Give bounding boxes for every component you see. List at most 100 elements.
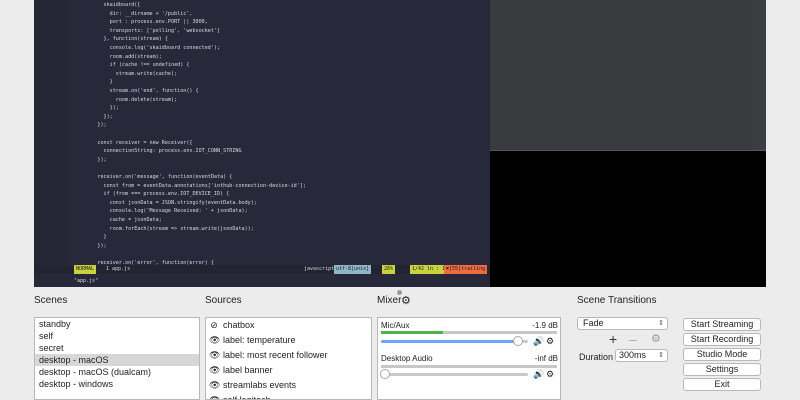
audio-mixer: Mic/Aux -1.9 dB 🔊 ⚙ Desktop Audio -inf d… (377, 317, 561, 400)
code-line: }); (79, 105, 119, 112)
source-item[interactable]: 👁 self logitech (206, 393, 371, 400)
source-item-label: label: most recent follower (223, 350, 328, 360)
source-item-label: streamlabs events (223, 380, 297, 390)
mixer-channel-db: -1.9 dB (532, 321, 558, 330)
statusbar-language: javascript (304, 266, 335, 272)
volume-slider-knob[interactable] (512, 336, 523, 346)
preview-canvas[interactable]: skaidboard({ dir: __dirname + '/public',… (34, 0, 766, 287)
sources-title: Sources (205, 295, 242, 306)
start-recording-button[interactable]: Start Recording (683, 333, 761, 346)
eye-icon[interactable]: 👁 (209, 363, 220, 378)
source-item-label: chatbox (223, 320, 255, 330)
code-line: skaidboard({ (79, 2, 141, 8)
code-line: room.forEach(stream => stream.write(json… (79, 225, 254, 232)
scene-item[interactable]: desktop - windows (35, 378, 199, 390)
code-line: }); (79, 242, 107, 249)
source-item[interactable]: ⊘ chatbox (206, 318, 371, 333)
speaker-icon[interactable]: 🔊 (533, 369, 544, 380)
channel-gear-icon[interactable]: ⚙ (546, 369, 554, 380)
volume-slider-knob[interactable] (380, 369, 390, 379)
source-item-label: label: temperature (223, 335, 296, 345)
source-item[interactable]: 👁 label: temperature (206, 333, 371, 348)
statusbar-position: 1/42 ln : 1 (410, 265, 448, 274)
code-line: if (from === process.env.IOT_DEVICE_ID) … (79, 191, 230, 198)
code-line: transports: ['polling', 'websocket'] (79, 27, 221, 34)
code-line: }); (79, 156, 107, 163)
mixer-channel-name: Desktop Audio (381, 354, 433, 363)
volume-slider-fill (381, 340, 518, 343)
scene-item[interactable]: standby (35, 318, 199, 330)
eye-icon[interactable]: 👁 (209, 393, 220, 399)
scenes-list[interactable]: standby self secret desktop - macOS desktop … (34, 317, 200, 400)
code-line: } (79, 79, 113, 86)
transition-select[interactable]: Fade ⇕ (577, 317, 668, 330)
transition-select-value: Fade (583, 318, 604, 328)
sources-list[interactable]: ⊘ chatbox 👁 label: temperature 👁 label: most … (205, 317, 372, 400)
source-item-label: self logitech (223, 395, 271, 400)
statusbar-trailing-warning: ✖[55]trailing (444, 265, 488, 274)
volume-slider[interactable] (381, 336, 528, 346)
statusbar-file: 1 app.js (106, 266, 131, 272)
mixer-channel-name: Mic/Aux (381, 321, 410, 330)
volume-meter-fill (381, 331, 443, 334)
exit-button[interactable]: Exit (683, 378, 761, 391)
source-item-label: label banner (223, 365, 273, 375)
volume-meter (381, 331, 557, 334)
code-line: stream.write(cache); (79, 70, 178, 77)
eye-icon[interactable]: 👁 (209, 378, 220, 393)
source-item[interactable]: 👁 label banner (206, 363, 371, 378)
code-line: }, function(stream) { (79, 36, 168, 43)
code-line: }); (79, 113, 113, 120)
code-line: if (cache !== undefined) { (79, 62, 190, 69)
channel-gear-icon[interactable]: ⚙ (546, 336, 554, 347)
code-line: const from = eventData.annotations['ioth… (79, 182, 306, 189)
scene-item[interactable]: desktop - macOS (35, 354, 199, 366)
editor-cmdline: "app.js" (34, 275, 490, 287)
scenes-title: Scenes (34, 295, 68, 306)
code-line: }); (79, 122, 107, 129)
mixer-gear-icon[interactable]: ⚙ (401, 294, 411, 307)
code-line: stream.on('end', function() { (79, 88, 199, 94)
studio-mode-button[interactable]: Studio Mode (683, 348, 761, 361)
remove-transition-icon[interactable]: – (629, 331, 637, 347)
statusbar-mode: NORMAL (74, 265, 97, 274)
code-editor-capture: skaidboard({ dir: __dirname + '/public',… (34, 0, 490, 287)
eye-icon[interactable]: 👁 (209, 348, 220, 363)
settings-button[interactable]: Settings (683, 363, 761, 376)
source-item[interactable]: 👁 streamlabs events (206, 378, 371, 393)
scene-item[interactable]: self (35, 330, 199, 342)
code-line: dir: __dirname + '/public', (79, 10, 193, 17)
editor-gutter (34, 0, 69, 265)
code-line: cache = jsonData; (79, 217, 162, 223)
speaker-icon[interactable]: 🔊 (533, 336, 544, 347)
cmdline-text: "app.js" (74, 278, 99, 284)
duration-input[interactable]: 300ms ⇕ (615, 349, 668, 362)
code-line: const jsonData = JSON.stringify(eventDat… (79, 199, 257, 206)
transitions-title: Scene Transitions (577, 295, 657, 306)
statusbar-encoding: utf-8[unix] (334, 265, 372, 274)
mixer-title: Mixer (377, 295, 402, 306)
updown-arrows-icon[interactable]: ⇕ (658, 350, 664, 361)
statusbar-percent: 26% (382, 265, 396, 274)
scene-item[interactable]: desktop - macOS (dualcam) (35, 366, 199, 378)
preview-area: skaidboard({ dir: __dirname + '/public',… (0, 0, 800, 289)
add-transition-icon[interactable]: + (609, 331, 617, 347)
start-streaming-button[interactable]: Start Streaming (683, 318, 761, 331)
capture-window-inner (490, 0, 752, 150)
code-line: const receiver = new Receiver({ (79, 139, 193, 146)
eye-icon[interactable]: 👁 (209, 333, 220, 348)
code-line: } (79, 234, 107, 241)
code-line: port : process.env.PORT || 3000, (79, 19, 208, 26)
scene-item[interactable]: secret (35, 342, 199, 354)
code-line: connectionString: process.env.IOT_CONN_S… (79, 148, 242, 155)
code-line: console.log('skaidboard connected'); (79, 45, 221, 51)
updown-arrows-icon: ⇕ (658, 320, 664, 327)
editor-statusbar: NORMAL 1 app.js javascript utf-8[unix] 2… (34, 265, 490, 274)
volume-slider[interactable] (380, 369, 528, 379)
code-line: receiver.on('message', function(eventDat… (79, 174, 233, 180)
source-item[interactable]: 👁 label: most recent follower (206, 348, 371, 363)
transition-gear-icon[interactable]: ⚙ (651, 332, 661, 345)
eye-slash-icon[interactable]: ⊘ (209, 318, 219, 333)
capture-divider (490, 150, 766, 151)
code-line: room.delete(stream); (79, 96, 178, 103)
